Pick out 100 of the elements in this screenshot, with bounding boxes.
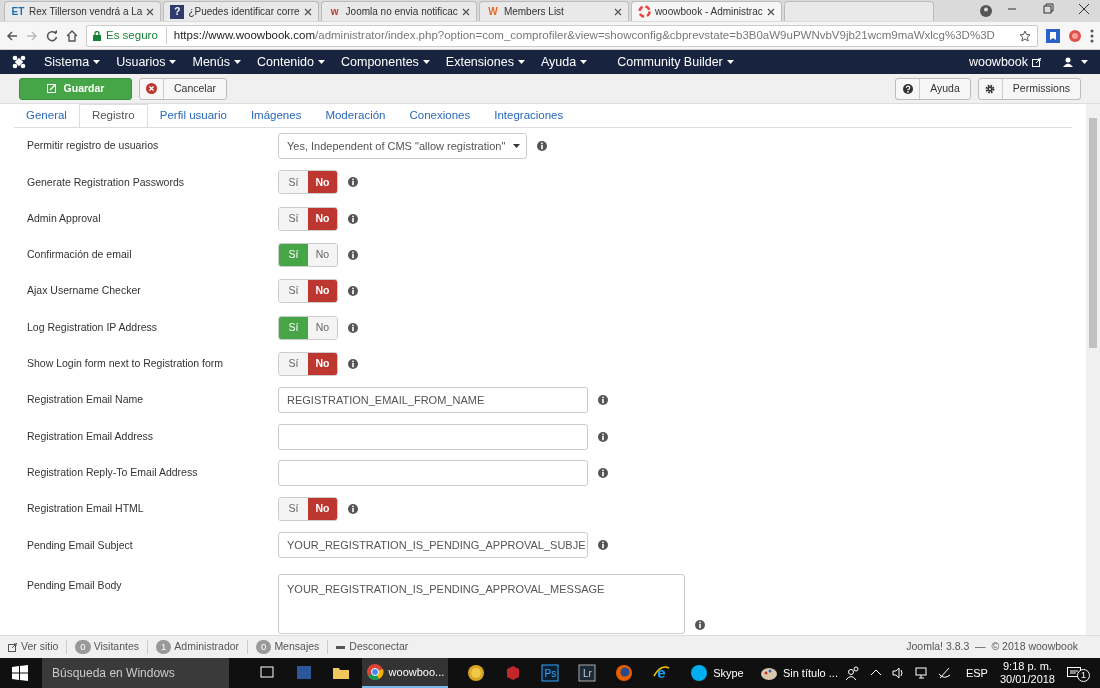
nav-menu[interactable]: Ayuda [540, 52, 588, 72]
textarea-field[interactable]: YOUR_REGISTRATION_IS_PENDING_APPROVAL_MESSAGE [278, 573, 685, 634]
text-field[interactable]: REGISTRATION_EMAIL_FROM_NAME [278, 387, 588, 414]
restore-icon[interactable] [1042, 3, 1054, 15]
tab[interactable]: General [14, 104, 79, 127]
language-indicator[interactable]: ESP [965, 664, 988, 682]
tab-title: ¿Puedes identificar corre [188, 5, 300, 19]
logout-link[interactable]: Desconectar [336, 639, 409, 655]
taskbar-app[interactable]: Skype [681, 658, 752, 688]
reload-icon[interactable] [46, 29, 58, 42]
back-icon[interactable] [6, 29, 18, 42]
cancel-button[interactable]: Cancelar [139, 77, 228, 100]
count-badge: 0 [75, 639, 91, 655]
network-icon[interactable] [914, 666, 929, 680]
tab[interactable]: Conexiones [397, 104, 483, 127]
field-label: Confirmación de email [26, 247, 133, 263]
nav-menu[interactable]: Extensiones [445, 52, 525, 72]
close-icon[interactable] [1078, 3, 1090, 15]
joomla-logo-icon[interactable] [12, 55, 26, 69]
toggle-switch[interactable]: Sí No [278, 206, 338, 231]
nav-menu[interactable]: Sistema [44, 52, 101, 72]
field-label: Ajax Username Checker [26, 283, 142, 299]
more-icon[interactable] [1090, 28, 1094, 43]
caret-icon [1081, 60, 1088, 64]
nav-menu[interactable]: Componentes [341, 52, 430, 72]
taskbar-app[interactable]: Ps [533, 658, 567, 688]
browser-tab[interactable]: W Members List [478, 1, 629, 21]
close-icon[interactable] [146, 7, 155, 16]
tab[interactable]: Perfil usuario [147, 104, 239, 127]
bookmark-star-icon[interactable] [1019, 29, 1031, 42]
home-icon[interactable] [66, 29, 78, 42]
view-site-link[interactable]: Ver sitio [8, 639, 59, 655]
cancel-icon [146, 83, 157, 94]
caret-icon [422, 60, 430, 64]
windows-start-icon[interactable] [12, 665, 28, 681]
word-icon [295, 664, 314, 682]
tab-favicon: W [487, 5, 499, 19]
nav-menu[interactable]: Usuarios [116, 52, 177, 72]
permissions-button[interactable]: Permissions [977, 77, 1081, 100]
help-icon [902, 83, 913, 94]
text-field[interactable] [278, 423, 588, 450]
taskbar-app[interactable]: e [644, 658, 678, 688]
taskbar-app[interactable]: Lr [570, 658, 604, 688]
close-icon[interactable] [461, 7, 470, 16]
extension-icon[interactable] [1068, 28, 1082, 43]
tab-favicon: ? [170, 4, 185, 19]
info-icon [348, 213, 358, 224]
pen-icon[interactable] [937, 666, 952, 680]
firefox-icon [615, 664, 634, 682]
close-icon[interactable] [303, 7, 312, 16]
nav-menu[interactable]: Community Builder [617, 52, 734, 72]
help-button[interactable]: Ayuda [895, 77, 971, 100]
taskbar-app[interactable]: woowboo... [361, 658, 448, 688]
field-label: Pending Email Subject [26, 537, 134, 553]
caret-icon [318, 60, 325, 64]
user-menu[interactable] [1063, 57, 1088, 67]
profile-icon[interactable] [980, 5, 992, 17]
toggle-switch[interactable]: Sí No [278, 170, 338, 195]
status-counter[interactable]: 0 Mensajes [256, 639, 320, 655]
toggle-switch[interactable]: Sí No [278, 315, 338, 340]
tab-favicon: w [329, 5, 340, 19]
bookmark-extension-icon[interactable] [1046, 28, 1060, 43]
select-field[interactable]: Yes, Independent of CMS "allow registration" [278, 133, 527, 160]
toggle-switch[interactable]: Sí No [278, 351, 338, 376]
status-counter[interactable]: 0 Visitantes [75, 639, 139, 655]
browser-tab[interactable]: ET Rex Tillerson vendrá a La [4, 1, 162, 21]
browser-tab[interactable]: w Joomla no envia notificac [320, 1, 477, 21]
info-icon [598, 540, 608, 551]
tab[interactable]: Registro [78, 104, 148, 127]
external-link-icon [1032, 57, 1041, 67]
text-field[interactable]: YOUR_REGISTRATION_IS_PENDING_APPROVAL_SUBJE [278, 532, 588, 559]
site-link[interactable]: woowbook [968, 52, 1041, 72]
volume-icon[interactable] [891, 666, 906, 680]
tab[interactable]: Imágenes [238, 104, 314, 127]
tab[interactable]: Integraciones [482, 104, 576, 127]
toggle-switch[interactable]: Sí No [278, 497, 338, 522]
scrollbar[interactable] [1086, 104, 1100, 635]
clock[interactable]: 9:18 p. m. 30/01/2018 [999, 660, 1055, 686]
external-link-icon [8, 642, 17, 652]
status-counter[interactable]: 1 Administrador [156, 639, 240, 655]
text-field[interactable] [278, 459, 588, 486]
address-bar[interactable]: Es seguro https://www.woowbook.com/administrator/index.php?option=com_comprofiler&view=showconfig&cbprevstate=b3B0aW9uPWNvbV9jb21wcm9maWxlcg%3D%3D [86, 24, 1038, 47]
close-icon[interactable] [613, 7, 622, 16]
tab[interactable]: Moderación [313, 104, 398, 127]
field-label: Show Login form next to Registration form [26, 356, 225, 372]
nav-menu[interactable]: Menús [192, 52, 241, 72]
browser-tab[interactable]: ? ¿Puedes identificar corre [163, 1, 319, 21]
info-icon [348, 504, 358, 515]
info-icon [348, 177, 358, 188]
nav-menu[interactable]: Contenido [257, 52, 325, 72]
browser-tab[interactable]: woowbook - Administrac [630, 1, 782, 21]
toggle-switch[interactable]: Sí No [278, 243, 338, 268]
toggle-switch[interactable]: Sí No [278, 279, 338, 304]
people-icon[interactable] [845, 666, 860, 680]
tab-title: woowbook - Administrac [654, 5, 763, 19]
caret-icon [580, 60, 588, 64]
chrome-icon [365, 663, 384, 681]
search-field[interactable]: Búsqueda en Windows [42, 658, 229, 688]
close-icon[interactable] [766, 7, 775, 16]
settings-icon [985, 83, 996, 94]
